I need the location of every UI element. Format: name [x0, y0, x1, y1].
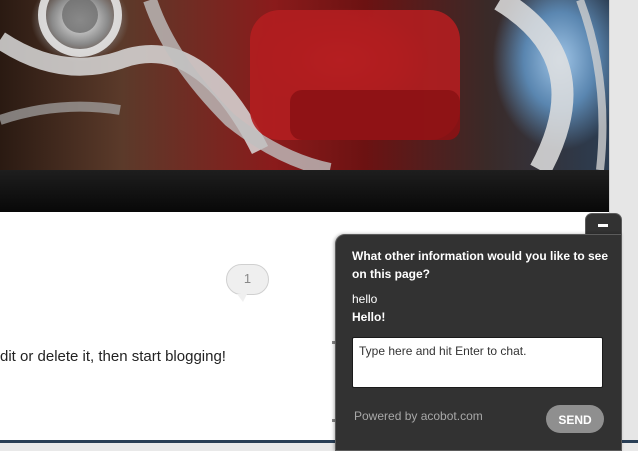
header-image-graphic [0, 0, 607, 170]
chat-message-user: hello [352, 292, 378, 306]
chat-input[interactable] [352, 337, 603, 388]
minimize-icon[interactable] [598, 224, 608, 227]
comment-count-bubble[interactable]: 1 [226, 264, 269, 302]
chat-widget: What other information would you like to… [335, 234, 622, 451]
chat-message-bot: Hello! [352, 310, 386, 324]
navigation-bar [0, 170, 609, 212]
chat-question: What other information would you like to… [352, 249, 609, 281]
post-body-text: dit or delete it, then start blogging! [0, 348, 226, 365]
header-image [0, 0, 609, 170]
send-button[interactable]: SEND [546, 405, 604, 433]
powered-by-link[interactable]: Powered by acobot.com [354, 409, 483, 423]
